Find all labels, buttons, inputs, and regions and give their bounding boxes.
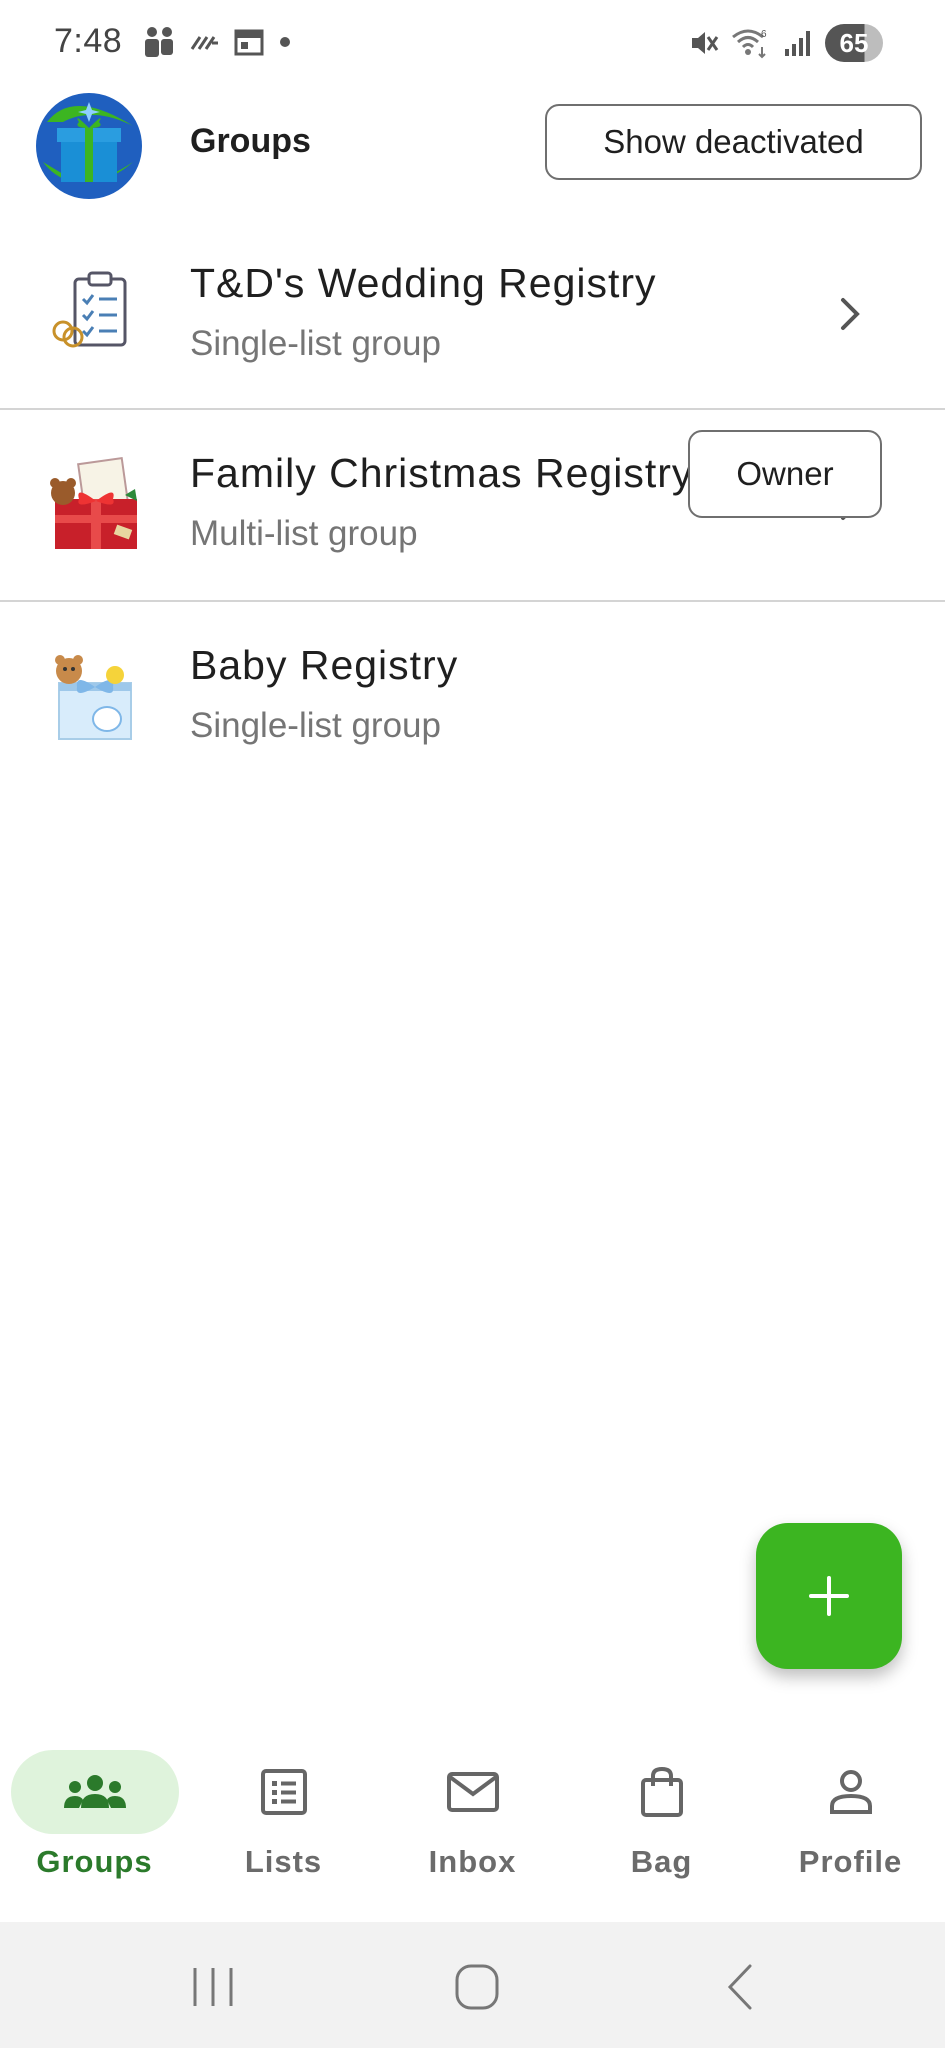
nfc-icon (190, 36, 218, 50)
back-icon[interactable] (712, 1962, 772, 2012)
bottom-navigation: Groups Lists Inbox Bag Profile (0, 1730, 945, 1922)
owner-badge-label: Owner (736, 455, 834, 492)
nav-label: Lists (244, 1844, 323, 1879)
app-screen: 7:48 6 65 Groups Show deactivated T&D's … (0, 0, 945, 2048)
wifi-icon: 6 (732, 29, 767, 59)
gift-logo-icon (36, 93, 142, 199)
battery-level: 65 (839, 27, 869, 58)
group-type: Single-list group (190, 706, 441, 745)
chevron-right-icon (841, 298, 860, 330)
nav-label: Bag (630, 1844, 693, 1879)
nav-item-profile[interactable]: Profile (756, 1730, 945, 1922)
list-icon (260, 1769, 307, 1815)
nav-icon-pill (200, 1750, 368, 1834)
status-right-icons: 6 65 (689, 24, 883, 62)
calendar-icon (234, 29, 264, 56)
group-item-baby[interactable]: Baby Registry Single-list group (0, 602, 945, 794)
svg-text:6: 6 (761, 29, 767, 40)
groups-icon (63, 1775, 126, 1808)
nav-icon-pill (10, 1750, 179, 1834)
christmas-gift-icon (50, 457, 137, 549)
mute-icon (692, 32, 719, 54)
mail-icon (446, 1772, 499, 1812)
bag-icon (640, 1766, 683, 1817)
status-bar: 7:48 6 65 (0, 0, 945, 92)
status-time: 7:48 (54, 22, 123, 60)
group-type: Multi-list group (190, 514, 418, 553)
home-icon[interactable] (447, 1962, 507, 2012)
nav-label: Inbox (428, 1844, 517, 1879)
nav-icon-pill (389, 1750, 557, 1834)
person-icon (829, 1770, 872, 1814)
owner-badge: Owner (688, 430, 882, 518)
show-deactivated-button[interactable]: Show deactivated (545, 104, 922, 180)
nav-label: Groups (36, 1844, 153, 1879)
page-title: Groups (190, 122, 311, 160)
add-group-button[interactable] (756, 1523, 902, 1669)
app-header: Groups Show deactivated (0, 92, 945, 202)
system-navigation-bar (0, 1922, 945, 2048)
baby-gift-icon (55, 655, 132, 740)
battery-icon: 65 (825, 24, 883, 62)
teams-icon (145, 27, 173, 57)
show-deactivated-label: Show deactivated (603, 123, 864, 160)
group-name: T&D's Wedding Registry (190, 260, 657, 306)
group-name: Family Christmas Registry (190, 450, 694, 496)
nav-label: Profile (798, 1844, 903, 1879)
group-name: Baby Registry (190, 642, 459, 688)
wedding-checklist-icon (52, 271, 127, 348)
recent-apps-icon[interactable] (183, 1962, 243, 2012)
plus-icon (809, 1576, 849, 1616)
nav-item-groups[interactable]: Groups (0, 1730, 189, 1922)
nav-icon-pill (767, 1750, 935, 1834)
nav-item-lists[interactable]: Lists (189, 1730, 378, 1922)
nav-item-inbox[interactable]: Inbox (378, 1730, 567, 1922)
status-left-icons (142, 26, 292, 58)
dot-icon (280, 37, 290, 47)
group-type: Single-list group (190, 324, 441, 363)
group-item-wedding[interactable]: T&D's Wedding Registry Single-list group (0, 220, 945, 410)
signal-icon (785, 31, 810, 56)
nav-icon-pill (578, 1750, 746, 1834)
nav-item-bag[interactable]: Bag (567, 1730, 756, 1922)
